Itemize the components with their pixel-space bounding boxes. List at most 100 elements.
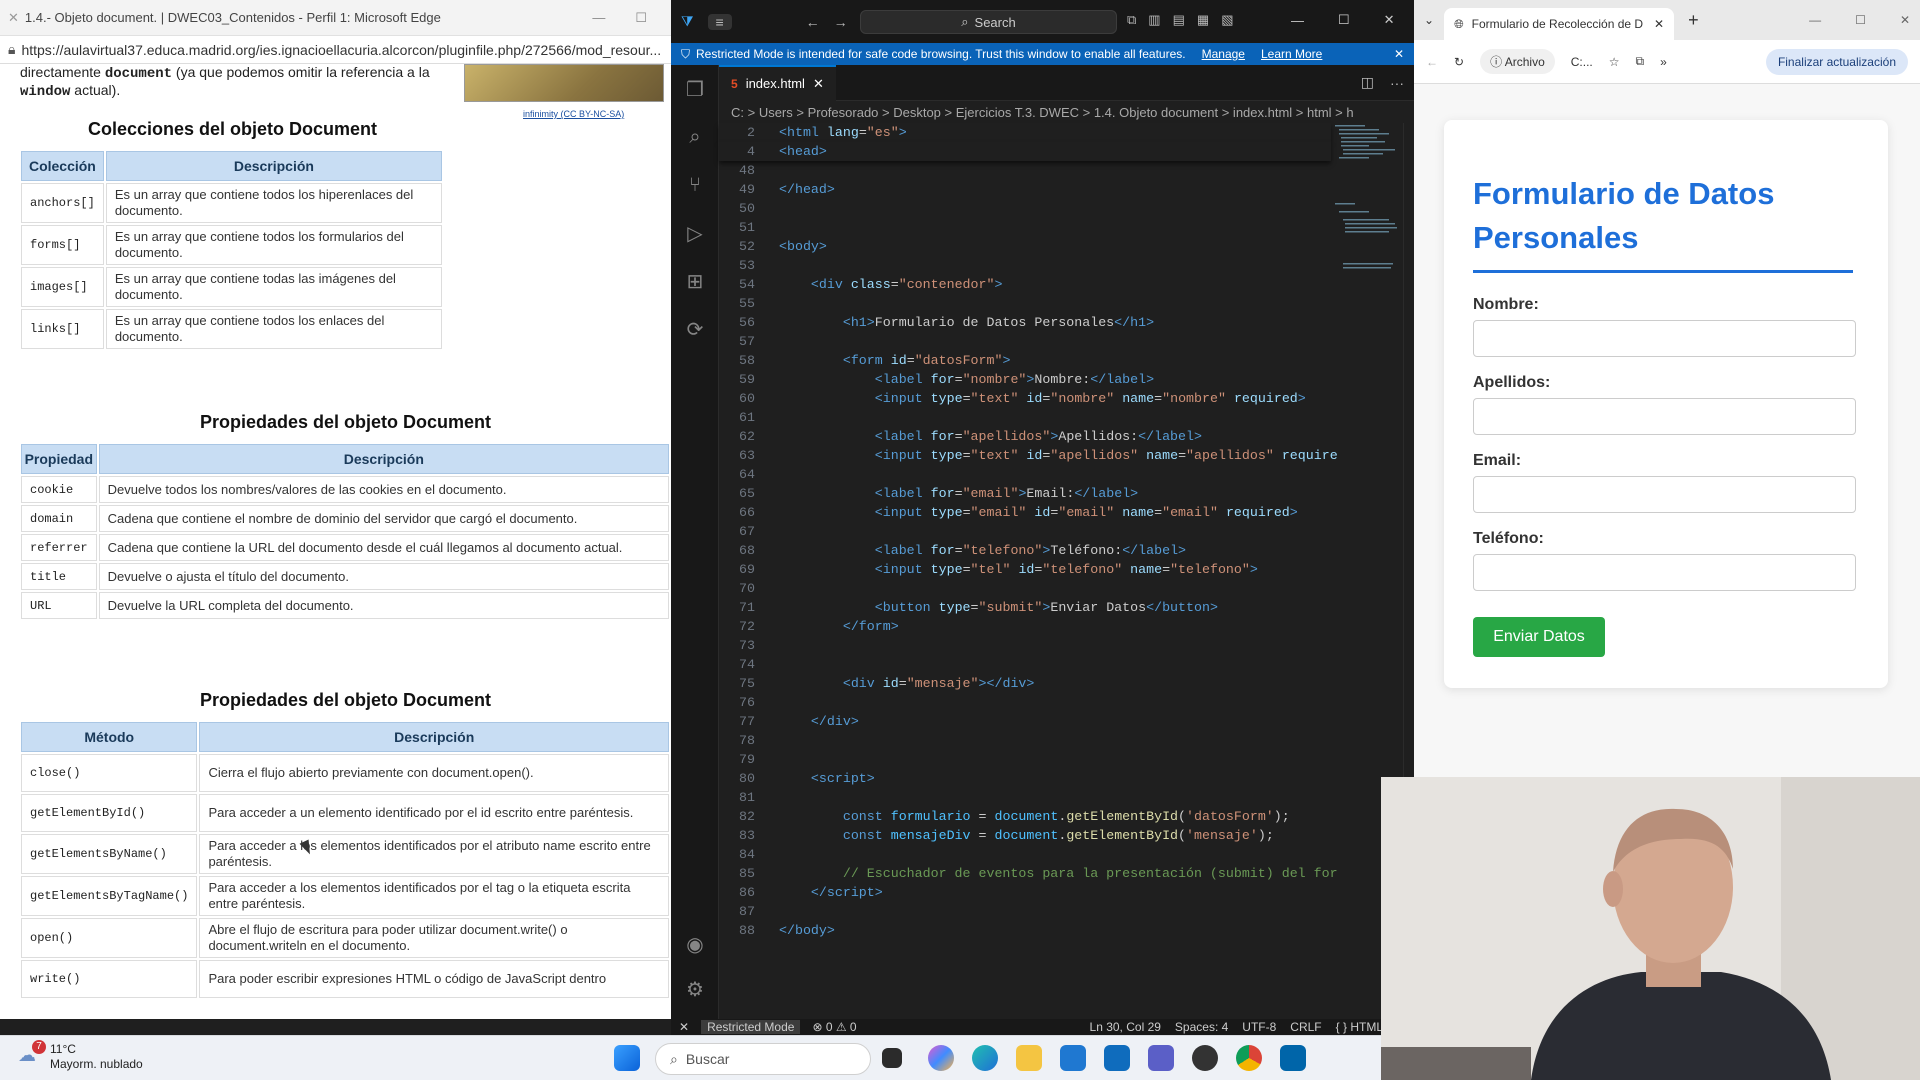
url-text[interactable]: https://aulavirtual37.educa.madrid.org/i… xyxy=(21,42,661,58)
line-code[interactable]: <label for="nombre">Nombre:</label> xyxy=(779,370,1154,389)
minimize-icon[interactable]: — xyxy=(1291,13,1304,28)
line-code[interactable]: <div id="mensaje"></div> xyxy=(779,674,1035,693)
code-line[interactable]: 61 xyxy=(719,408,1331,427)
line-code[interactable]: <body> xyxy=(779,237,827,256)
line-code[interactable]: <form id="datosForm"> xyxy=(779,351,1011,370)
more-tools-icon[interactable]: » xyxy=(1660,55,1667,69)
manage-link[interactable]: Manage xyxy=(1202,47,1245,61)
restricted-mode-status[interactable]: Restricted Mode xyxy=(701,1020,801,1034)
menu-icon[interactable]: ≡ xyxy=(707,13,732,30)
telefono-input[interactable] xyxy=(1473,554,1856,591)
line-code[interactable]: </div> xyxy=(779,712,859,731)
code-line[interactable]: 65 <label for="email">Email:</label> xyxy=(719,484,1331,503)
chrome-icon[interactable] xyxy=(1236,1045,1262,1071)
url-text[interactable]: C:... xyxy=(1571,55,1593,69)
nombre-input[interactable] xyxy=(1473,320,1856,357)
line-code[interactable]: <input type="email" id="email" name="ema… xyxy=(779,503,1298,522)
language-status[interactable]: { } HTML xyxy=(1336,1020,1383,1034)
eol-status[interactable]: CRLF xyxy=(1290,1020,1321,1034)
line-code[interactable]: <script> xyxy=(779,769,875,788)
code-line[interactable]: 73 xyxy=(719,636,1331,655)
remote-indicator-icon[interactable]: ✕ xyxy=(679,1020,689,1034)
line-code[interactable]: const formulario = document.getElementBy… xyxy=(779,807,1290,826)
code-line[interactable]: 72 </form> xyxy=(719,617,1331,636)
code-line[interactable]: 68 <label for="telefono">Teléfono:</labe… xyxy=(719,541,1331,560)
cursor-position[interactable]: Ln 30, Col 29 xyxy=(1090,1020,1161,1034)
forward-icon[interactable]: → xyxy=(834,14,848,30)
edge-icon[interactable] xyxy=(972,1045,998,1071)
code-line[interactable]: 66 <input type="email" id="email" name="… xyxy=(719,503,1331,522)
close-icon[interactable]: ✕ xyxy=(1384,12,1395,28)
code-line[interactable]: 52 <body> xyxy=(719,237,1331,256)
tab-index-html[interactable]: 5 index.html ✕ xyxy=(719,64,836,101)
code-line[interactable]: 81 xyxy=(719,788,1331,807)
favorite-star-icon[interactable]: ☆ xyxy=(1609,55,1620,69)
code-line[interactable]: 78 xyxy=(719,731,1331,750)
tab-actions-icon[interactable]: ⌄ xyxy=(1424,13,1434,27)
line-code[interactable]: <html lang="es"> xyxy=(779,123,907,142)
address-bar[interactable]: 🔒︎ https://aulavirtual37.educa.madrid.or… xyxy=(0,36,671,64)
more-actions-icon[interactable]: ··· xyxy=(1390,75,1404,91)
teams-icon[interactable] xyxy=(1148,1045,1174,1071)
line-code[interactable]: <input type="text" id="apellidos" name="… xyxy=(779,446,1338,465)
layout-panel-icon[interactable]: ▤ xyxy=(1173,12,1185,28)
finish-update-button[interactable]: Finalizar actualización xyxy=(1765,48,1908,75)
code-line[interactable]: 77 </div> xyxy=(719,712,1331,731)
source-control-icon[interactable]: ⑂ xyxy=(671,161,719,209)
extensions-icon[interactable]: ⧉ xyxy=(1636,54,1645,69)
outlook-icon[interactable] xyxy=(1104,1045,1130,1071)
customize-layout-icon[interactable]: ▧ xyxy=(1221,12,1233,28)
line-code[interactable]: <h1>Formulario de Datos Personales</h1> xyxy=(779,313,1154,332)
file-explorer-icon[interactable] xyxy=(1016,1045,1042,1071)
explorer-icon[interactable]: ❐ xyxy=(671,65,719,113)
close-tab-icon[interactable]: ✕ xyxy=(1654,17,1664,31)
code-line[interactable]: 88 </body> xyxy=(719,921,1331,940)
code-line[interactable]: 53 xyxy=(719,256,1331,275)
store-icon[interactable] xyxy=(1060,1045,1086,1071)
code-line[interactable]: 55 xyxy=(719,294,1331,313)
image-credit[interactable]: infinimity (CC BY-NC-SA) xyxy=(523,109,624,119)
close-banner-icon[interactable]: ✕ xyxy=(1394,47,1404,61)
windows-start-icon[interactable] xyxy=(614,1045,640,1071)
code-line[interactable]: 70 xyxy=(719,579,1331,598)
maximize-icon[interactable]: ☐ xyxy=(635,10,647,26)
problems-status[interactable]: ⊗ 0 ⚠ 0 xyxy=(812,1020,856,1034)
code-line[interactable]: 83 const mensajeDiv = document.getElemen… xyxy=(719,826,1331,845)
code-line[interactable]: 85 // Escuchador de eventos para la pres… xyxy=(719,864,1338,883)
minimize-icon[interactable]: — xyxy=(592,10,605,26)
close-icon[interactable]: ✕ xyxy=(1900,13,1910,27)
refresh-icon[interactable]: ↻ xyxy=(1454,55,1464,69)
copilot-icon[interactable] xyxy=(928,1045,954,1071)
line-code[interactable]: <input type="text" id="nombre" name="nom… xyxy=(779,389,1306,408)
code-line[interactable]: 57 xyxy=(719,332,1331,351)
code-line[interactable]: 86 </script> xyxy=(719,883,1331,902)
code-line[interactable]: 84 xyxy=(719,845,1331,864)
code-line[interactable]: 80 <script> xyxy=(719,769,1331,788)
line-code[interactable]: <button type="submit">Enviar Datos</butt… xyxy=(779,598,1218,617)
code-line[interactable]: 56 <h1>Formulario de Datos Personales</h… xyxy=(719,313,1331,332)
vscode-taskbar-icon[interactable] xyxy=(1280,1045,1306,1071)
layout-sidebar-icon[interactable]: ▥ xyxy=(1148,12,1160,28)
code-line[interactable]: 64 xyxy=(719,465,1331,484)
search-icon[interactable]: ⌕ xyxy=(671,113,719,161)
line-code[interactable]: <label for="telefono">Teléfono:</label> xyxy=(779,541,1186,560)
split-editor-icon[interactable]: ◫ xyxy=(1361,74,1374,91)
code-line[interactable]: 49 </head> xyxy=(719,180,1331,199)
encoding-status[interactable]: UTF-8 xyxy=(1242,1020,1276,1034)
code-line[interactable]: 67 xyxy=(719,522,1331,541)
line-code[interactable]: // Escuchador de eventos para la present… xyxy=(779,864,1338,883)
line-code[interactable]: <label for="email">Email:</label> xyxy=(779,484,1138,503)
taskbar-search[interactable]: ⌕ Buscar xyxy=(655,1043,871,1075)
line-code[interactable]: <head> xyxy=(779,142,827,161)
new-tab-icon[interactable]: + xyxy=(1688,10,1699,31)
code-line[interactable]: 48 xyxy=(719,161,1331,180)
code-editor[interactable]: 2 <html lang="es"> 4 <head> 48 49 </head> 50 51 5… xyxy=(719,123,1338,1020)
code-line[interactable]: 58 <form id="datosForm"> xyxy=(719,351,1331,370)
run-debug-icon[interactable]: ▷ xyxy=(671,209,719,257)
weather-widget[interactable]: ☁ 7 11°C Mayorm. nublado xyxy=(18,1040,143,1072)
command-search[interactable]: ⌕ Search xyxy=(860,10,1117,34)
app-icon[interactable] xyxy=(1192,1045,1218,1071)
code-line[interactable]: 75 <div id="mensaje"></div> xyxy=(719,674,1331,693)
task-view-icon[interactable] xyxy=(882,1048,902,1068)
email-input[interactable] xyxy=(1473,476,1856,513)
